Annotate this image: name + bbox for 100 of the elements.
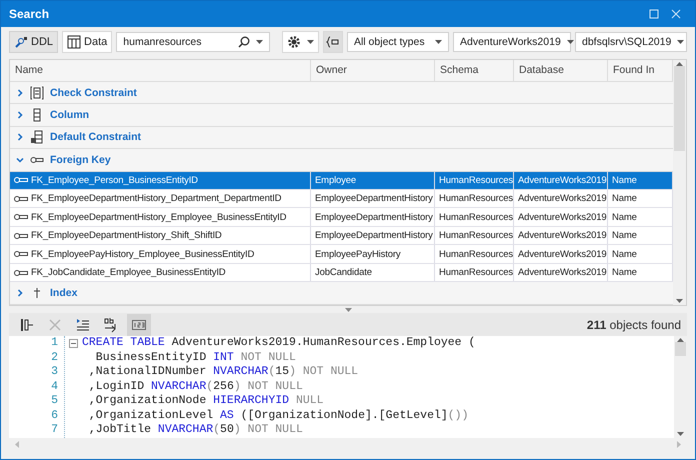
line-number: 4: [51, 380, 58, 394]
table-cell: HumanResources: [439, 230, 513, 242]
table-cell: JobCandidate: [315, 267, 372, 278]
line-number: 3: [51, 365, 58, 380]
group-label: Default Constraint: [50, 131, 142, 144]
settings-dropdown-button[interactable]: [282, 30, 319, 53]
code-line: ,NationalIDNumber NVARCHAR(15) NOT NULL: [88, 365, 358, 380]
close-icon: [671, 8, 681, 19]
server-dropdown[interactable]: dbfsqlsrv\SQL2019: [575, 32, 687, 52]
result-count: 211 objects found: [586, 318, 681, 332]
key-icon: [14, 268, 28, 277]
table-cell: FK_EmployeePayHistory_Employee_BusinessEntityID: [31, 248, 254, 260]
group-label: Check Constraint: [50, 86, 137, 99]
table-cell: HumanResources: [439, 248, 513, 260]
scroll-thumb[interactable]: [675, 342, 686, 356]
table-cell: AdventureWorks2019: [518, 174, 606, 186]
search-field[interactable]: humanresources: [116, 32, 270, 52]
table-cell: EmployeeDepartmentHistory: [315, 193, 433, 204]
table-cell: EmployeePayHistory: [315, 248, 400, 260]
filter-toggle-button[interactable]: [323, 30, 343, 53]
caret-icon: [256, 40, 264, 44]
key-icon: [14, 232, 28, 240]
group-row[interactable]: Check Constraint: [10, 82, 673, 104]
scroll-down-icon[interactable]: [676, 298, 683, 303]
brace-icon: [326, 36, 340, 48]
toolbar-button[interactable]: [127, 314, 151, 336]
table-cell: HumanResources: [439, 212, 513, 223]
maximize-icon: [649, 8, 659, 19]
collapse-icon[interactable]: [69, 338, 78, 348]
column-header[interactable]: Schema: [435, 60, 514, 82]
table-cell: FK_JobCandidate_Employee_BusinessEntityID: [31, 267, 226, 278]
table-cell: Name: [612, 193, 637, 204]
search-icon: [238, 36, 250, 48]
code-line: ,OrganizationLevel AS ([OrganizationNode].[GetLevel]()): [88, 408, 468, 424]
table-cell: FK_EmployeeDepartmentHistory_Department_DepartmentID: [31, 193, 282, 204]
code-line: ,OrganizationNode HIERARCHYID NULL: [88, 394, 324, 409]
group-row[interactable]: Index: [10, 282, 673, 305]
table-cell: EmployeeDepartmentHistory: [315, 230, 433, 242]
script-icon: [14, 34, 28, 49]
table-default-icon: [30, 130, 44, 144]
scrollbar[interactable]: [673, 60, 686, 305]
object-type-dropdown[interactable]: All object types: [346, 32, 449, 52]
settings-icon: [287, 34, 301, 49]
view-toggle-button[interactable]: Data: [62, 30, 112, 53]
result-row[interactable]: FK_EmployeeDepartmentHistory_Employee_BusinessEntityID EmployeeDepartmentHistory HumanResources AdventureWorks2019 Name: [10, 208, 673, 227]
result-row[interactable]: FK_JobCandidate_Employee_BusinessEntityID JobCandidate HumanResources AdventureWorks2019 Name: [10, 264, 673, 282]
caret-icon: [677, 40, 684, 44]
caret-icon: [566, 40, 574, 44]
key-icon: [14, 194, 28, 203]
table-cell: FK_EmployeeDepartmentHistory_Employee_BusinessEntityID: [31, 212, 286, 223]
table-cell: HumanResources: [439, 174, 513, 186]
line-number: 1: [51, 336, 58, 351]
table-cell: HumanResources: [439, 267, 513, 278]
result-row[interactable]: FK_EmployeePayHistory_Employee_BusinessEntityID EmployeePayHistory HumanResources AdventureWorks2019 Name: [10, 245, 673, 264]
table-cell: AdventureWorks2019: [518, 267, 606, 278]
bracket-table-icon: [30, 86, 44, 100]
view-toggle-button[interactable]: DDL: [9, 30, 58, 53]
table-cell: Name: [612, 248, 637, 260]
key-icon: [14, 176, 28, 184]
table-cell: FK_EmployeeDepartmentHistory_Shift_ShiftID: [31, 230, 222, 242]
table-icon: [67, 34, 82, 49]
table-cell: AdventureWorks2019: [518, 193, 606, 204]
indent-icon: [75, 316, 91, 333]
column-header[interactable]: Name: [10, 60, 311, 82]
line-number: 7: [51, 423, 58, 438]
column-header[interactable]: Database: [514, 60, 608, 82]
code-editor[interactable]: [9, 336, 687, 438]
group-label: Foreign Key: [50, 154, 111, 166]
window-title: Search: [9, 6, 50, 21]
close-icon: [47, 316, 63, 333]
database-dropdown[interactable]: AdventureWorks2019: [453, 32, 571, 52]
table-cell: AdventureWorks2019: [518, 248, 606, 260]
group-row[interactable]: Column: [10, 104, 673, 127]
table-cell: HumanResources: [439, 193, 513, 204]
group-label: Column: [50, 109, 90, 122]
table-cell: AdventureWorks2019: [518, 230, 606, 242]
table-cell: FK_Employee_Person_BusinessEntityID: [31, 174, 198, 186]
key-icon: [14, 213, 28, 222]
code-line: CREATE TABLE AdventureWorks2019.HumanResources.Employee (: [82, 336, 476, 351]
caret-icon: [435, 40, 442, 44]
key-icon: [14, 250, 28, 258]
code-line: ,JobTitle NVARCHAR(50) NOT NULL: [88, 423, 303, 438]
line-number: 5: [51, 394, 58, 409]
caret-icon: [307, 40, 314, 44]
result-row[interactable]: FK_EmployeeDepartmentHistory_Department_DepartmentID EmployeeDepartmentHistory HumanResources AdventureWorks2019 Name: [10, 190, 673, 208]
column-header[interactable]: Owner: [311, 60, 435, 82]
table-cell: Name: [612, 230, 637, 242]
table-cell: Employee: [315, 174, 356, 186]
table-cell: Name: [612, 267, 637, 278]
scroll-thumb[interactable]: [674, 66, 685, 151]
table-cell: EmployeeDepartmentHistory: [315, 212, 433, 223]
result-row[interactable]: FK_Employee_Person_BusinessEntityID Employee HumanResources AdventureWorks2019 Name: [10, 172, 673, 190]
result-row[interactable]: FK_EmployeeDepartmentHistory_Shift_ShiftID EmployeeDepartmentHistory HumanResources AdventureWorks2019 Name: [10, 226, 673, 246]
group-row[interactable]: Default Constraint: [10, 126, 673, 150]
line-number: 6: [51, 408, 58, 424]
table-cell: Name: [612, 174, 637, 186]
table-cell: Name: [612, 212, 637, 223]
code-line: ,LoginID NVARCHAR(256) NOT NULL: [88, 380, 303, 394]
line-number: 2: [51, 350, 58, 366]
tree-icon: [19, 316, 35, 333]
